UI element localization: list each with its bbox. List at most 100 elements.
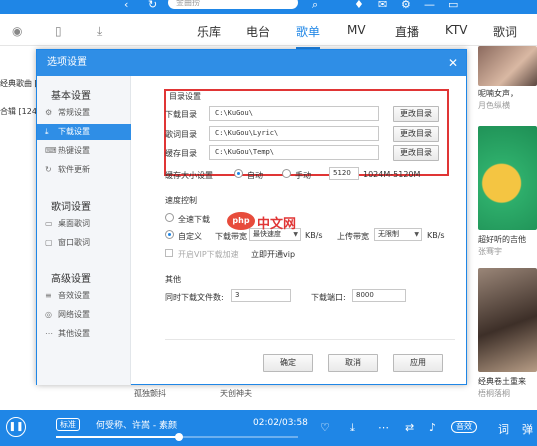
playlist-cover[interactable] bbox=[478, 126, 537, 230]
custom-speed-radio[interactable] bbox=[165, 230, 174, 239]
cache-range-label: 1024M-5120M bbox=[363, 170, 421, 179]
tab-radio[interactable]: 电台 bbox=[246, 23, 270, 40]
upload-bandwidth-select[interactable]: 无限制 ▼ bbox=[374, 228, 422, 241]
vip-open-link[interactable]: 立即开通vip bbox=[251, 249, 295, 260]
sidebar-item-label: 网络设置 bbox=[58, 310, 90, 319]
playlist-cover[interactable] bbox=[478, 46, 537, 86]
download-dir-field[interactable]: C:\KuGou\ bbox=[209, 106, 379, 121]
other-section-title: 其他 bbox=[165, 275, 181, 284]
tab-lyrics[interactable]: 歌词 bbox=[493, 23, 517, 40]
change-lyric-dir-button[interactable]: 更改目录 bbox=[393, 126, 439, 142]
more-icon[interactable]: ⋯ bbox=[378, 421, 389, 434]
cache-manual-label[interactable]: 手动 bbox=[295, 170, 311, 181]
list-item[interactable]: 合辑 [124 bbox=[0, 106, 37, 117]
cache-size-stepper[interactable]: 5120 bbox=[329, 167, 359, 180]
playlist-title[interactable]: 超好听的吉他 bbox=[478, 234, 526, 245]
sidebar-item-download[interactable]: ⤓ 下载设置 bbox=[37, 124, 131, 140]
close-icon[interactable]: ✕ bbox=[448, 50, 458, 76]
minimize-icon[interactable]: — bbox=[424, 0, 435, 11]
loop-icon[interactable]: ⇄ bbox=[405, 421, 414, 434]
radio-icon[interactable]: ◉ bbox=[12, 24, 22, 38]
tab-playlists[interactable]: 歌单 bbox=[296, 23, 321, 49]
equalizer-icon: ≡ bbox=[45, 291, 52, 300]
upload-bandwidth-value: 无限制 bbox=[378, 230, 399, 238]
cache-manual-radio[interactable] bbox=[282, 169, 291, 178]
desktop-icon: ▭ bbox=[45, 219, 53, 228]
full-speed-label[interactable]: 全速下载 bbox=[178, 214, 210, 225]
sidebar-item-network[interactable]: ◎ 网络设置 bbox=[37, 307, 131, 323]
quality-badge[interactable]: 标准 bbox=[56, 418, 80, 431]
playlist-author: 月色纵横 bbox=[478, 101, 510, 110]
search-input[interactable]: 金曲捞 bbox=[168, 0, 298, 9]
playlist-title[interactable]: 经典卷土重来 bbox=[478, 376, 526, 387]
vip-accelerate-label[interactable]: 开启VIP下载加速 bbox=[178, 249, 239, 260]
cache-size-label: 缓存大小设置 bbox=[165, 171, 213, 180]
gear-icon: ⚙ bbox=[45, 108, 53, 117]
sidebar-item-window-lyrics[interactable]: ▢ 窗口歌词 bbox=[37, 235, 131, 251]
window-icon: ▢ bbox=[45, 238, 53, 247]
upload-bandwidth-label: 上传带宽 bbox=[337, 232, 369, 241]
vip-accelerate-checkbox[interactable] bbox=[165, 249, 173, 257]
cache-auto-radio[interactable] bbox=[234, 169, 243, 178]
top-bar: ‹ ↻ 金曲捞 ⌕ ♦ ✉ ⚙ — ▭ bbox=[0, 0, 537, 14]
playlist-title[interactable]: 呢喃女声， bbox=[478, 88, 518, 99]
sidebar-item-desktop-lyrics[interactable]: ▭ 桌面歌词 bbox=[37, 216, 131, 232]
progress-fill bbox=[56, 436, 180, 438]
sidebar-group-lyrics: 歌词设置 bbox=[51, 202, 91, 213]
search-icon[interactable]: ⌕ bbox=[312, 0, 318, 12]
dialog-sidebar: 基本设置 ⚙ 常规设置 ⤓ 下载设置 ⌨热键设置 ↻ 软件更新 歌词设置 ▭ 桌面歌词 … bbox=[37, 76, 131, 385]
apply-button[interactable]: 应用 bbox=[393, 354, 443, 372]
directory-section-title: 目录设置 bbox=[169, 92, 201, 101]
sidebar-item-label: 其他设置 bbox=[58, 329, 90, 338]
chevron-down-icon: ▼ bbox=[414, 231, 419, 238]
lyric-dir-field[interactable]: C:\KuGou\Lyric\ bbox=[209, 126, 379, 141]
tab-library[interactable]: 乐库 bbox=[197, 23, 221, 40]
playlist-cover[interactable] bbox=[478, 268, 537, 372]
list-item[interactable]: 天创神夫 bbox=[220, 388, 252, 399]
main-nav: ◉ ▯ ⤓ 乐库 电台 歌单 MV 直播 KTV 歌词 bbox=[0, 14, 537, 49]
change-download-dir-button[interactable]: 更改目录 bbox=[393, 106, 439, 122]
progress-knob[interactable] bbox=[175, 433, 184, 441]
effect-button[interactable]: 音效 bbox=[451, 421, 477, 433]
refresh-icon[interactable]: ↻ bbox=[148, 0, 157, 11]
danmu-button[interactable]: 弹 bbox=[522, 421, 533, 437]
settings-icon[interactable]: ⚙ bbox=[401, 0, 411, 11]
heart-icon[interactable]: ♡ bbox=[320, 421, 330, 434]
sidebar-item-other[interactable]: ⋯ 其他设置 bbox=[37, 326, 131, 342]
full-speed-radio[interactable] bbox=[165, 213, 174, 222]
sidebar-item-update[interactable]: ↻ 软件更新 bbox=[37, 162, 131, 178]
back-icon[interactable]: ‹ bbox=[124, 0, 128, 11]
custom-speed-label[interactable]: 自定义 bbox=[178, 231, 202, 242]
download-icon[interactable]: ⤓ bbox=[350, 421, 355, 435]
download-icon: ⤓ bbox=[45, 127, 49, 136]
tab-ktv[interactable]: KTV bbox=[445, 23, 467, 37]
sidebar-item-general[interactable]: ⚙ 常规设置 bbox=[37, 105, 131, 121]
tab-mv[interactable]: MV bbox=[347, 23, 366, 37]
download-unit-label: KB/s bbox=[305, 231, 323, 240]
change-cache-dir-button[interactable]: 更改目录 bbox=[393, 145, 439, 161]
maximize-icon[interactable]: ▭ bbox=[448, 0, 458, 11]
mail-icon[interactable]: ✉ bbox=[378, 0, 387, 11]
cancel-button[interactable]: 取消 bbox=[328, 354, 378, 372]
progress-bar[interactable] bbox=[56, 433, 298, 441]
lyric-button[interactable]: 词 bbox=[498, 421, 509, 437]
download-icon[interactable]: ⤓ bbox=[97, 24, 102, 39]
cache-auto-label[interactable]: 自动 bbox=[247, 170, 263, 181]
phone-icon[interactable]: ▯ bbox=[55, 24, 62, 38]
sidebar-item-hotkeys[interactable]: ⌨热键设置 bbox=[37, 143, 131, 159]
watermark-logo: php bbox=[227, 212, 255, 230]
list-item[interactable]: 孤独颤抖 bbox=[134, 388, 166, 399]
ok-button[interactable]: 确定 bbox=[263, 354, 313, 372]
play-pause-button[interactable]: ❚❚ bbox=[6, 417, 26, 437]
download-port-input[interactable]: 8000 bbox=[352, 289, 406, 302]
song-title[interactable]: 何受称、许嵩 - 素颜 bbox=[96, 418, 177, 431]
sidebar-item-audio[interactable]: ≡ 音效设置 bbox=[37, 288, 131, 304]
volume-icon[interactable]: ♪ bbox=[429, 421, 436, 434]
lyric-dir-label: 歌词目录 bbox=[165, 130, 197, 139]
cache-dir-field[interactable]: C:\KuGou\Temp\ bbox=[209, 145, 379, 160]
shirt-icon[interactable]: ♦ bbox=[354, 0, 364, 11]
sidebar-item-label: 下载设置 bbox=[58, 127, 90, 136]
cache-dir-label: 缓存目录 bbox=[165, 149, 197, 158]
tab-live[interactable]: 直播 bbox=[395, 23, 419, 40]
concurrent-tasks-input[interactable]: 3 bbox=[231, 289, 291, 302]
